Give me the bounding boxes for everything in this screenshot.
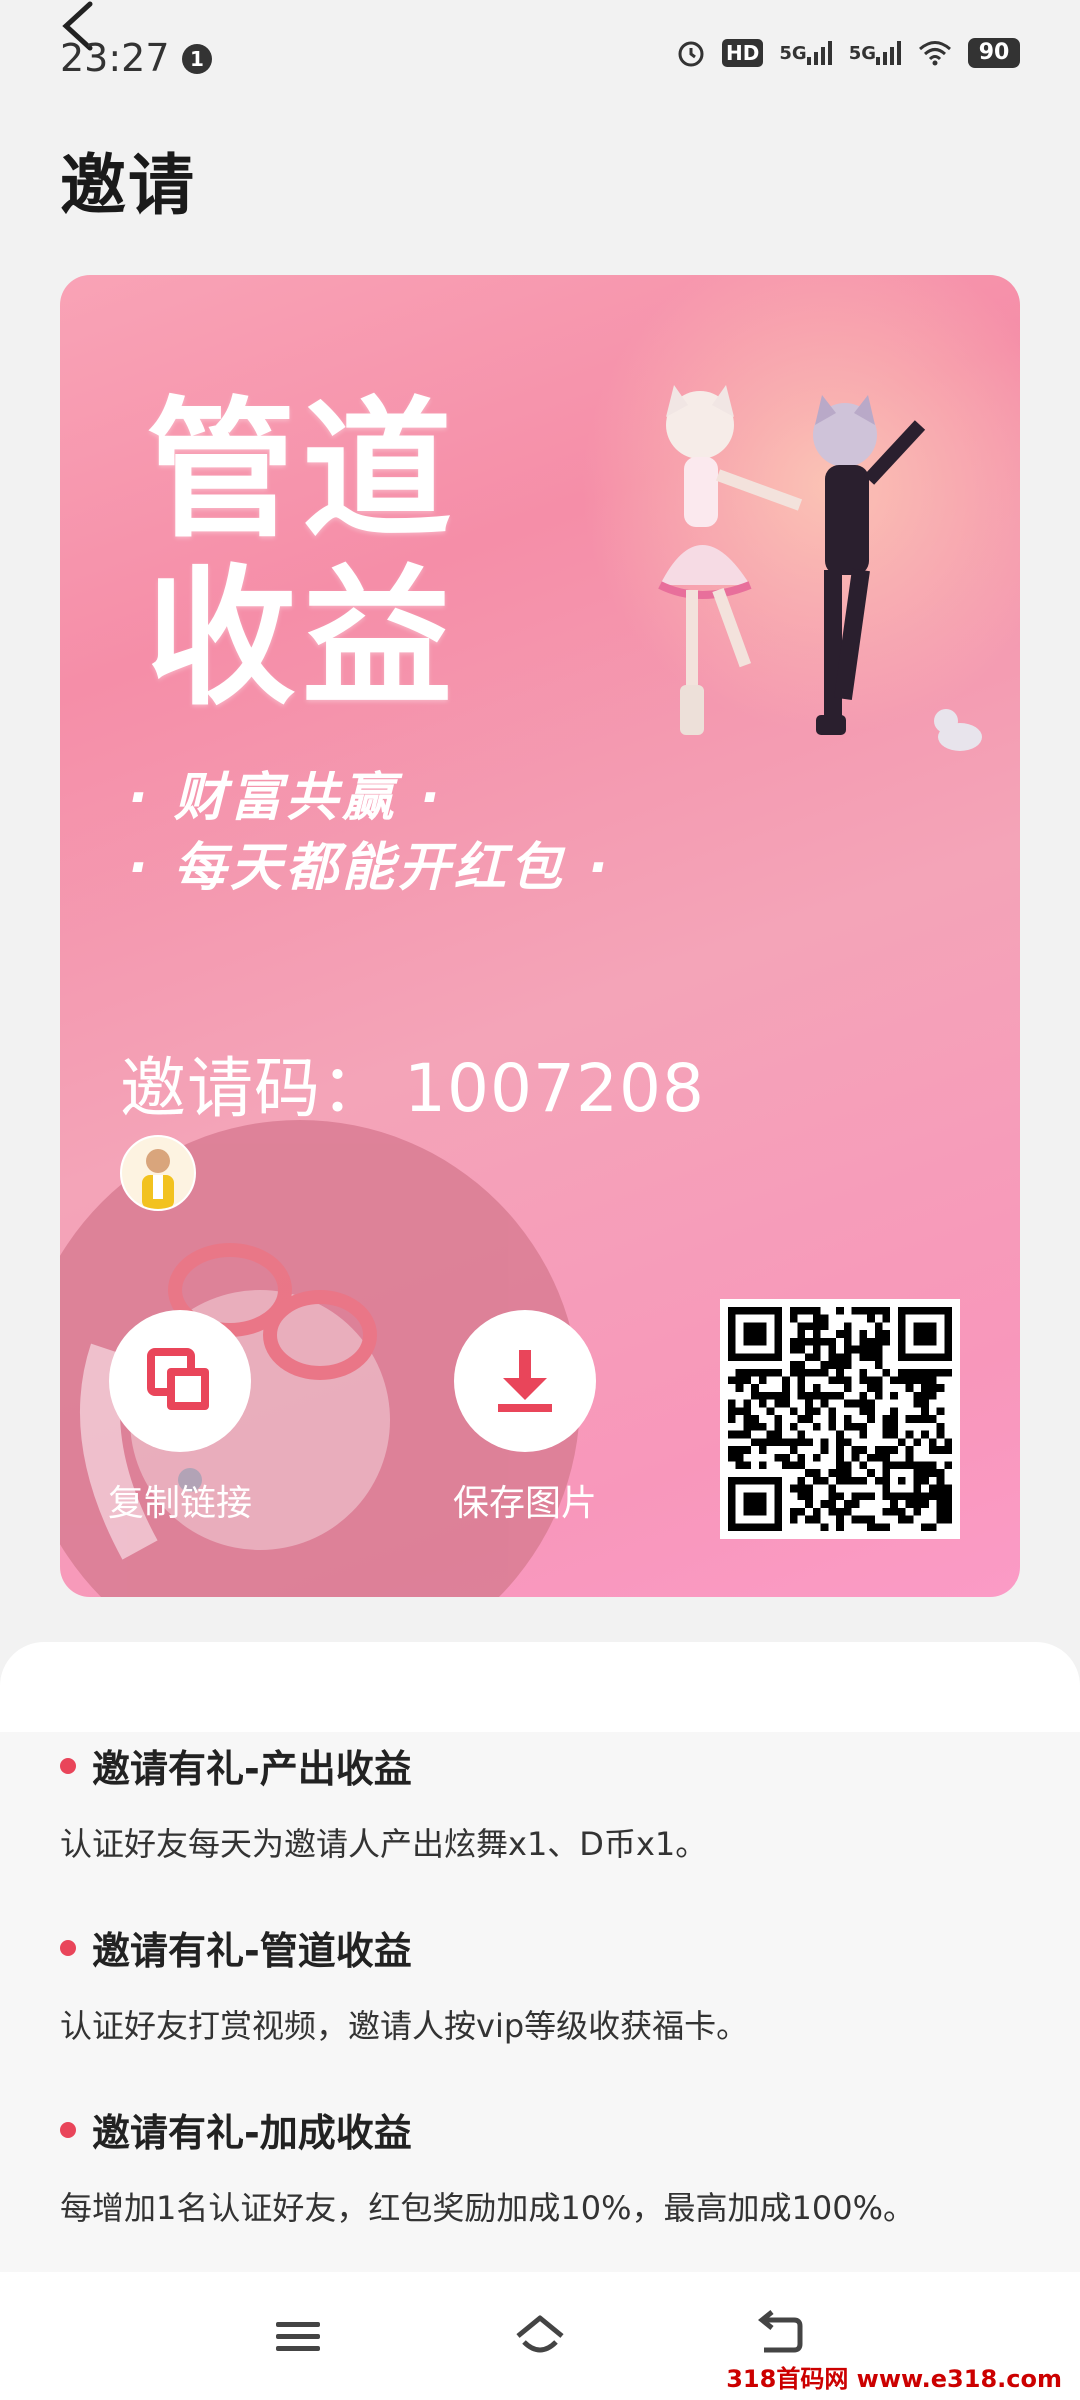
alarm-icon — [678, 41, 704, 67]
dancer-characters-illustration — [658, 385, 982, 751]
headline-line1: 管道 — [146, 384, 459, 558]
rule-title-text: 邀请有礼-加成收益 — [92, 2111, 412, 2155]
rule-title-text: 邀请有礼-产出收益 — [92, 1747, 412, 1791]
sheet-header — [0, 1642, 1080, 1732]
rule-title: 邀请有礼-管道收益 — [60, 1920, 1040, 1975]
rule-description: 认证好友打赏视频，邀请人按vip等级收获福卡。 — [60, 2007, 749, 2045]
signal-icon-1: 5G — [779, 41, 832, 65]
status-icons: HD 5G 5G 90 — [676, 38, 1020, 68]
rule-description: 每增加1名认证好友，红包奖励加成10%，最高加成100%。 — [60, 2189, 915, 2227]
hd-icon: HD — [722, 39, 764, 67]
notification-badge: 1 — [182, 44, 212, 74]
qr-code-image — [728, 1307, 952, 1531]
battery-icon: 90 — [968, 38, 1020, 68]
rule-description: 认证好友每天为邀请人产出炫舞x1、D币x1。 — [60, 1825, 708, 1863]
invite-code-label: 邀请码： — [120, 1050, 388, 1127]
avatar-image — [122, 1137, 194, 1209]
save-image-circle[interactable] — [454, 1310, 596, 1452]
menu-icon[interactable] — [270, 2308, 326, 2364]
poster-headline: 管道 收益 — [146, 387, 458, 723]
invite-poster-card: 管道 收益 · 财富共赢 · · 每天都能开红包 · 邀请码：1007208 — [60, 275, 1020, 1597]
rule-item: 邀请有礼-产出收益 认证好友每天为邀请人产出炫舞x1、D币x1。 — [60, 1738, 1040, 1865]
home-icon[interactable] — [512, 2308, 568, 2364]
signal-icon-2: 5G — [849, 41, 902, 65]
invite-code-value: 1007208 — [404, 1050, 705, 1127]
invite-qr-code — [720, 1299, 960, 1539]
copy-link-circle[interactable] — [109, 1310, 251, 1452]
poster-tagline-2: · 每天都能开红包 · — [128, 838, 612, 898]
copy-link-button[interactable]: 复制链接 — [95, 1310, 265, 1526]
network-label-2: 5G — [848, 42, 876, 64]
headline-line2: 收益 — [146, 552, 459, 726]
page-title: 邀请 — [60, 147, 196, 224]
bullet-dot-icon — [60, 2121, 76, 2138]
copy-icon — [147, 1348, 209, 1410]
bullet-dot-icon — [60, 1757, 76, 1774]
invite-rules-sheet: 邀请有礼-产出收益 认证好友每天为邀请人产出炫舞x1、D币x1。 邀请有礼-管道… — [0, 1642, 1080, 2272]
rule-title: 邀请有礼-加成收益 — [60, 2102, 1040, 2157]
rule-title: 邀请有礼-产出收益 — [60, 1738, 1040, 1793]
bullet-dot-icon — [60, 1939, 76, 1956]
status-time: 23:27 — [60, 36, 170, 80]
user-avatar[interactable] — [120, 1135, 196, 1211]
status-bar: 23:27 1 HD 5G 5G 90 — [0, 0, 1080, 120]
copy-link-label: 复制链接 — [107, 1483, 252, 1524]
signal-bars-icon — [876, 41, 901, 65]
network-label-1: 5G — [779, 42, 807, 64]
rule-item: 邀请有礼-加成收益 每增加1名认证好友，红包奖励加成10%，最高加成100%。 — [60, 2102, 1040, 2229]
watermark-text: 318首码网 www.e318.com — [722, 2359, 1066, 2394]
invite-code-text: 邀请码： 1007208 — [120, 1035, 705, 1131]
poster-tagline-1: · 财富共赢 · — [128, 768, 444, 828]
system-nav-bar: 318首码网 www.e318.com — [0, 2272, 1080, 2400]
wifi-icon — [919, 41, 951, 66]
save-image-button[interactable]: 保存图片 — [440, 1310, 610, 1526]
back-icon[interactable] — [752, 2308, 808, 2364]
save-image-label: 保存图片 — [452, 1483, 597, 1524]
signal-bars-icon — [806, 41, 832, 65]
rule-item: 邀请有礼-管道收益 认证好友打赏视频，邀请人按vip等级收获福卡。 — [60, 1920, 1040, 2047]
download-icon — [498, 1350, 552, 1412]
rule-title-text: 邀请有礼-管道收益 — [92, 1929, 412, 1973]
